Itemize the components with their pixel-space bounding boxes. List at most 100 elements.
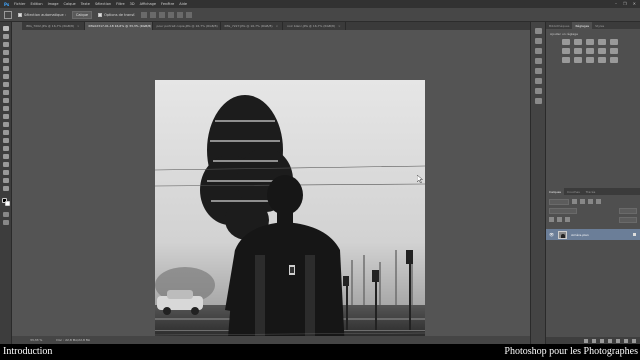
move-tool-preset-icon[interactable] [4,10,12,19]
photo-filter-icon[interactable] [598,48,606,54]
align-bottom-icon[interactable] [186,11,193,18]
document-photo[interactable] [155,80,425,350]
auto-select-dropdown[interactable]: Calque [71,10,93,19]
add-mask-icon[interactable] [600,338,604,343]
invert-icon[interactable] [574,57,582,63]
threshold-icon[interactable] [598,57,606,63]
document-size[interactable]: Doc : 22,8 Mo/22,8 Mo [56,338,90,342]
menu-type[interactable]: Texte [81,2,90,6]
path-select-tool-icon[interactable] [3,154,9,159]
levels-icon[interactable] [574,39,582,45]
filter-type-icon[interactable] [588,199,593,204]
shape-tool-icon[interactable] [3,162,9,167]
hand-tool-icon[interactable] [3,170,9,175]
screen-mode-icon[interactable] [3,220,9,225]
menu-layer[interactable]: Calque [64,2,76,6]
history-panel-icon[interactable] [535,28,542,34]
doc-tab-active[interactable]: IMG02317-01-18 16,6% @ 33,3% (RGB/8)× [84,22,153,30]
brushes-panel-icon[interactable] [535,48,542,54]
maximize-button[interactable]: ❐ [623,1,627,6]
eyedropper-tool-icon[interactable] [3,66,9,71]
gradient-map-icon[interactable] [610,57,618,63]
lasso-tool-icon[interactable] [3,42,9,47]
align-middle-icon[interactable] [177,11,184,18]
dodge-tool-icon[interactable] [3,130,9,135]
tab-libraries[interactable]: Bibliothèques [546,22,572,29]
gradient-tool-icon[interactable] [3,114,9,119]
doc-tab[interactable]: IMG_7227.JPG @ 16,7% (RGB/8) × [221,22,284,30]
properties-panel-icon[interactable] [535,38,542,44]
lock-position-icon[interactable] [557,217,562,222]
blend-mode-dropdown[interactable] [549,207,577,214]
close-button[interactable]: ✕ [633,1,636,6]
menu-filter[interactable]: Filtre [116,2,125,6]
doc-tab[interactable]: noir blanc.JPG @ 16,7% (RGB/8) × [283,22,346,30]
history-brush-tool-icon[interactable] [3,98,9,103]
align-top-icon[interactable] [168,11,175,18]
brush-tool-icon[interactable] [3,82,9,87]
filter-shape-icon[interactable] [596,199,601,204]
hue-saturation-icon[interactable] [562,48,570,54]
layer-filter-dropdown[interactable] [549,198,569,205]
close-tab-icon[interactable]: × [77,24,80,28]
color-balance-icon[interactable] [574,48,582,54]
swatches-panel-icon[interactable] [535,78,542,84]
zoom-tool-icon[interactable] [3,178,9,183]
menu-edit[interactable]: Edition [30,2,42,6]
info-panel-icon[interactable] [535,58,542,64]
menu-image[interactable]: Image [48,2,59,6]
visibility-eye-icon[interactable]: 👁 [549,232,554,237]
tab-styles[interactable]: Styles [592,22,607,29]
tab-paths[interactable]: Tracés [583,188,599,195]
eraser-tool-icon[interactable] [3,106,9,111]
layer-name[interactable]: Arrière-plan [571,233,629,237]
paragraph-panel-icon[interactable] [535,98,542,104]
marquee-tool-icon[interactable] [3,34,9,39]
type-tool-icon[interactable] [3,146,9,151]
crop-tool-icon[interactable] [3,58,9,63]
menu-view[interactable]: Affichage [140,2,156,6]
exposure-icon[interactable] [598,39,606,45]
menu-window[interactable]: Fenêtre [161,2,174,6]
align-left-icon[interactable] [141,11,148,18]
healing-brush-tool-icon[interactable] [3,74,9,79]
pen-tool-icon[interactable] [3,138,9,143]
layer-row[interactable]: 👁 Arrière-plan [546,229,640,240]
tab-channels[interactable]: Couches [564,188,583,195]
opacity-field[interactable] [619,207,637,214]
fill-field[interactable] [619,216,637,223]
doc-tab[interactable]: pour portrait copie.JPG @ 16,7% (RGB/8)× [153,22,221,30]
canvas-area[interactable] [12,30,530,350]
lock-pixels-icon[interactable] [549,217,554,222]
more-tools-icon[interactable] [3,186,9,191]
minimize-button[interactable]: – [615,1,617,6]
menu-3d[interactable]: 3D [130,2,135,6]
vibrance-icon[interactable] [610,39,618,45]
quick-select-tool-icon[interactable] [3,50,9,55]
new-adjustment-icon[interactable] [608,338,612,343]
blur-tool-icon[interactable] [3,122,9,127]
new-group-icon[interactable] [616,338,620,343]
black-white-icon[interactable] [586,48,594,54]
menu-help[interactable]: Aide [179,2,187,6]
zoom-level[interactable]: 33,33 % [30,338,42,342]
filter-pixel-icon[interactable] [572,199,577,204]
delete-layer-icon[interactable] [632,338,636,343]
brightness-contrast-icon[interactable] [562,39,570,45]
channel-mixer-icon[interactable] [610,48,618,54]
tab-layers[interactable]: Calques [546,188,564,195]
tab-adjustments[interactable]: Réglages [572,22,593,29]
curves-icon[interactable] [586,39,594,45]
close-tab-icon[interactable]: × [338,24,341,28]
quick-mask-icon[interactable] [3,212,9,217]
posterize-icon[interactable] [586,57,594,63]
auto-select-checkbox[interactable] [18,12,22,17]
close-tab-icon[interactable]: × [276,24,279,28]
lock-all-icon[interactable] [565,217,570,222]
menu-file[interactable]: Fichier [14,2,25,6]
link-layers-icon[interactable] [584,338,588,343]
background-color-swatch[interactable] [5,201,10,206]
filter-adjust-icon[interactable] [580,199,585,204]
color-panel-icon[interactable] [535,68,542,74]
transform-controls-checkbox[interactable] [98,12,103,17]
